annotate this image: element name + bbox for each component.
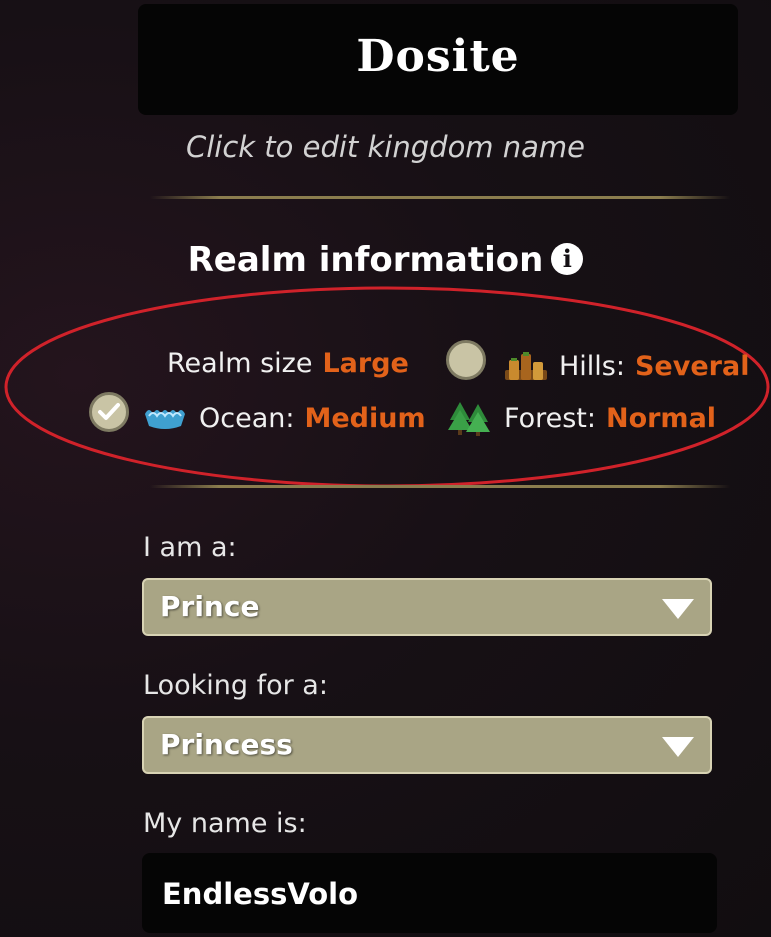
hills-checkbox[interactable] — [446, 340, 486, 380]
ocean-checkbox[interactable] — [89, 392, 129, 432]
realm-size-label: Realm size — [167, 348, 313, 379]
name-input[interactable]: EndlessVolo — [142, 853, 717, 933]
checkmark-icon — [98, 403, 120, 420]
forest-row: Forest: Normal — [446, 400, 716, 436]
edit-kingdom-hint: Click to edit kingdom name — [185, 130, 586, 164]
hills-value: Several — [634, 350, 750, 382]
name-value: EndlessVolo — [162, 877, 358, 911]
hills-row: Hills: Several — [503, 348, 749, 384]
realm-size-value: Large — [322, 348, 409, 379]
i-am-select[interactable]: Prince — [142, 578, 712, 636]
forest-value: Normal — [605, 402, 717, 434]
i-am-label: I am a: — [143, 532, 237, 563]
ocean-label: Ocean: — [199, 402, 295, 434]
kingdom-name-box[interactable]: Dosite — [138, 4, 738, 115]
info-icon[interactable]: i — [551, 242, 584, 275]
looking-for-label: Looking for a: — [143, 670, 328, 701]
chevron-down-icon — [662, 599, 694, 619]
forest-icon — [448, 402, 490, 436]
chevron-down-icon — [662, 737, 694, 757]
looking-for-value: Princess — [160, 728, 293, 761]
ocean-row: Ocean: Medium — [141, 400, 426, 436]
ocean-icon — [145, 410, 185, 429]
divider-bottom — [150, 485, 730, 488]
forest-label: Forest: — [504, 402, 596, 434]
kingdom-name[interactable]: Dosite — [356, 31, 519, 82]
realm-size-row: Realm size Large — [167, 348, 409, 379]
hills-icon — [505, 352, 547, 380]
i-am-value: Prince — [160, 590, 260, 623]
realm-information-heading: Realm information i — [0, 240, 771, 280]
ocean-value: Medium — [304, 402, 426, 434]
hills-label: Hills: — [559, 350, 625, 382]
looking-for-select[interactable]: Princess — [142, 716, 712, 774]
divider-top — [150, 196, 730, 199]
realm-heading-text: Realm information — [187, 240, 544, 280]
highlight-ellipse — [4, 286, 770, 488]
name-label: My name is: — [143, 808, 307, 839]
